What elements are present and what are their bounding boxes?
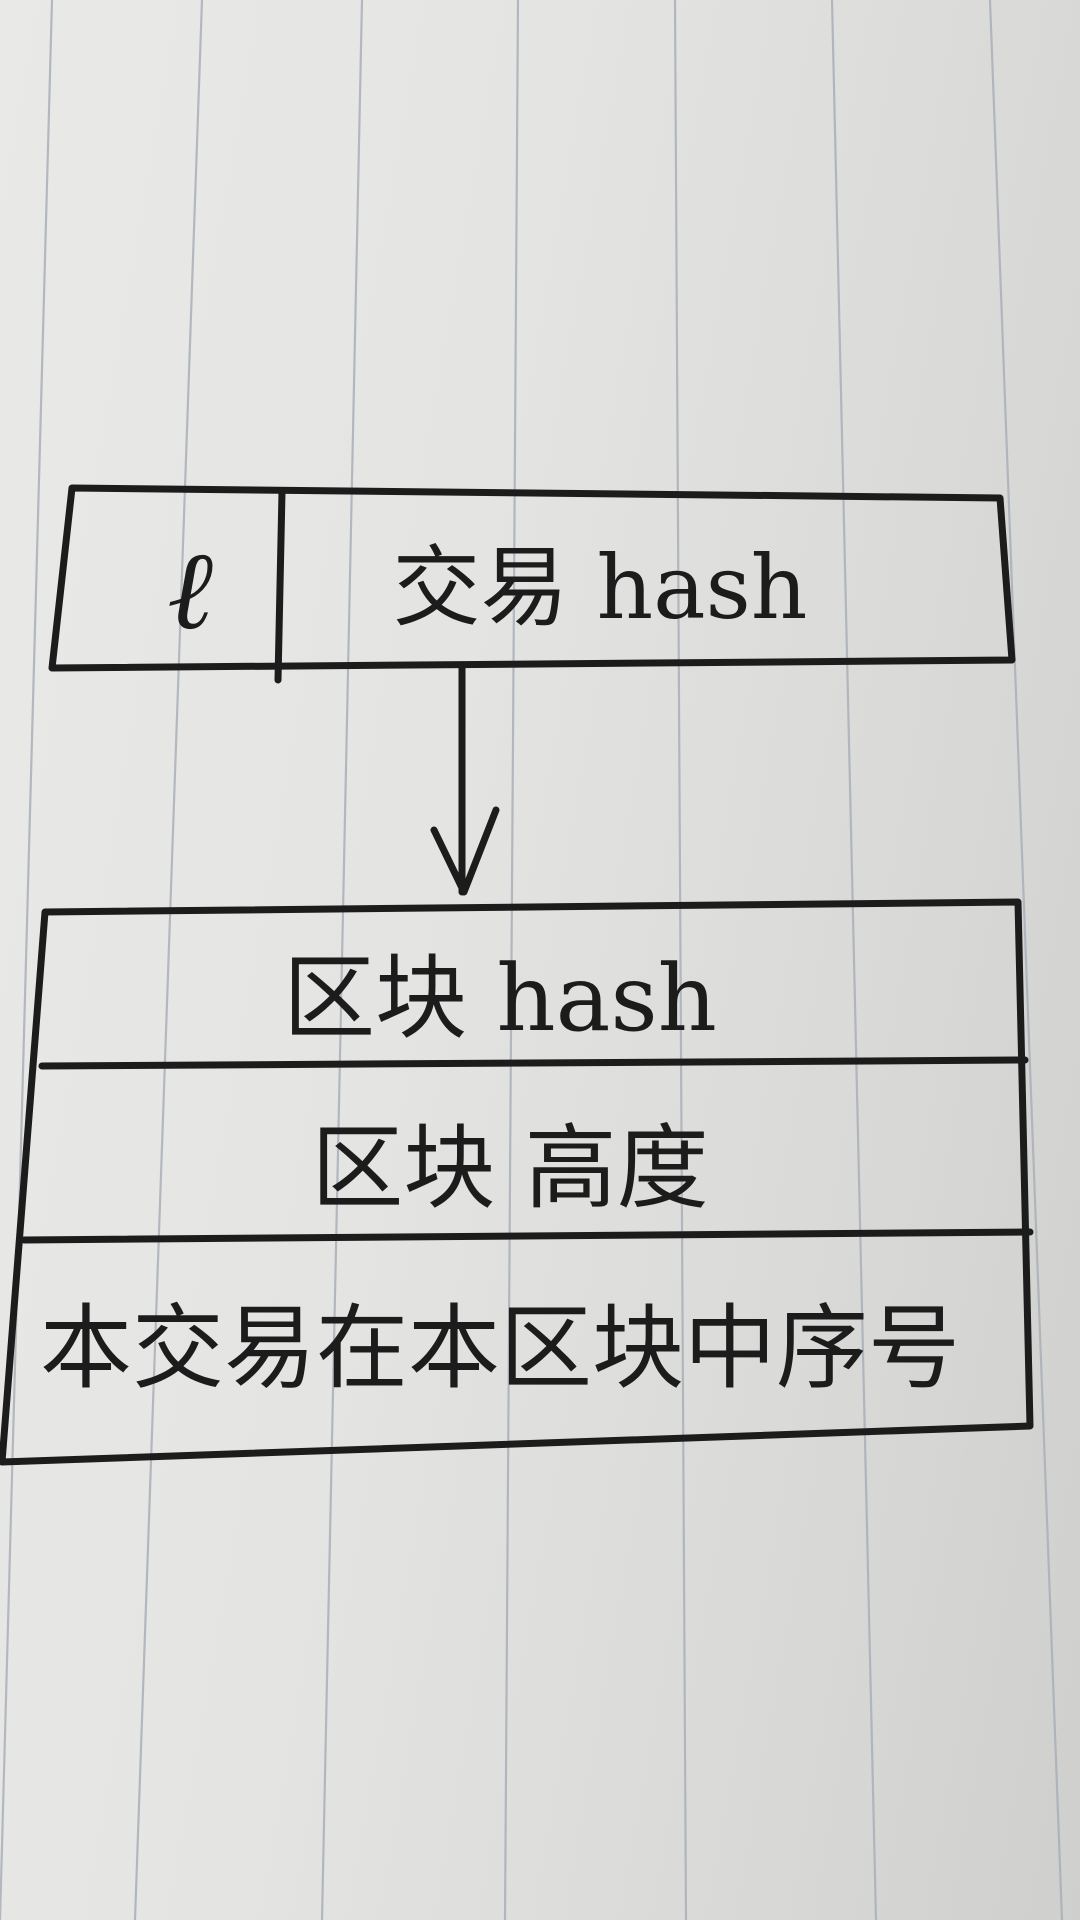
top-record-divider [274,488,286,684]
notebook-paper: ℓ 交易 hash 区块 hash 区块 高度 本交易在本区块中序号 [0,0,1080,1920]
bottom-record-divider-1 [38,1056,1029,1070]
top-record-value-label: 交易 hash [393,536,808,639]
bottom-record-field-block-height: 区块 高度 [311,1115,708,1222]
bottom-record-field-block-hash: 区块 hash [283,945,717,1052]
bottom-record-divider-2 [20,1228,1034,1244]
top-record-key-label: ℓ [167,526,213,654]
data-structure-diagram: ℓ 交易 hash 区块 hash 区块 高度 本交易在本区块中序号 [0,484,1034,1466]
bottom-record-field-tx-index: 本交易在本区块中序号 [40,1295,960,1402]
